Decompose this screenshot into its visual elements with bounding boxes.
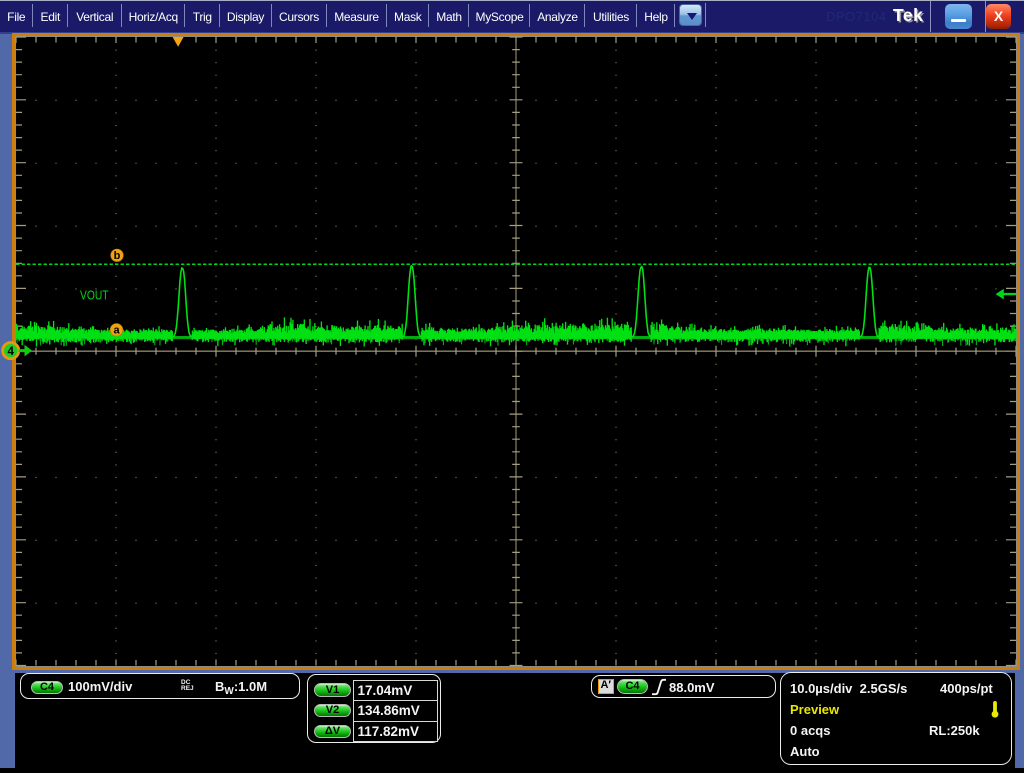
svg-text:a: a <box>113 325 120 337</box>
svg-text:b: b <box>114 250 121 262</box>
svg-text:VOUT: VOUT <box>80 288 109 303</box>
svg-text:4: 4 <box>7 346 14 358</box>
